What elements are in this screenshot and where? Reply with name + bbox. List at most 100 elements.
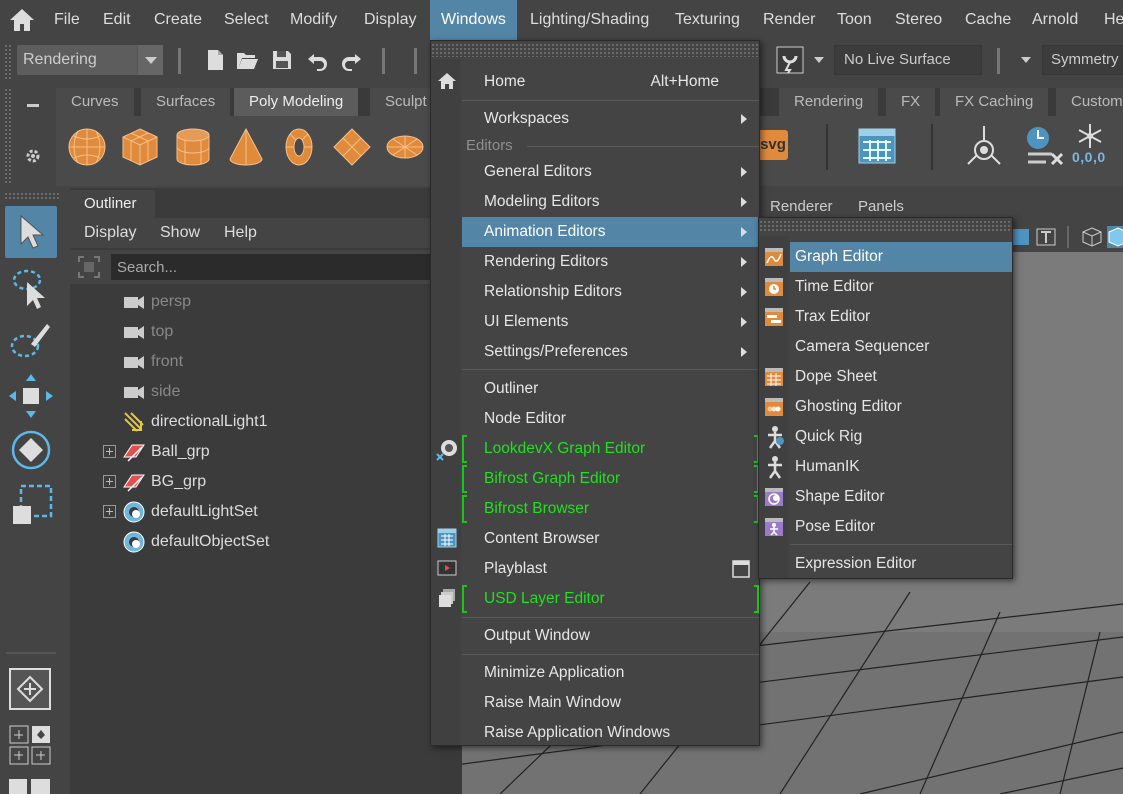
- menu-texturing[interactable]: Texturing: [675, 0, 740, 40]
- select-tool[interactable]: [5, 206, 57, 258]
- menu-item-minimize-application[interactable]: Minimize Application: [462, 658, 759, 688]
- outliner-row-bg-grp[interactable]: BG_grp: [70, 467, 440, 497]
- menu-item-workspaces[interactable]: Workspaces: [462, 104, 759, 134]
- menu-set-dropdown[interactable]: Rendering: [17, 45, 163, 75]
- gear-icon[interactable]: [25, 148, 41, 164]
- menu-item-rendering-editors[interactable]: Rendering Editors: [462, 247, 759, 277]
- minimize-icon[interactable]: [27, 104, 39, 107]
- menu-item-playblast[interactable]: Playblast: [462, 554, 759, 584]
- shelf-tab-poly-modeling[interactable]: Poly Modeling: [234, 88, 360, 116]
- outliner-search-input[interactable]: [111, 254, 440, 280]
- layout-single-icon[interactable]: [9, 668, 51, 710]
- menu-arnold[interactable]: Arnold: [1032, 0, 1078, 40]
- menu-item-ui-elements[interactable]: UI Elements: [462, 307, 759, 337]
- menu-item-outliner[interactable]: Outliner: [462, 374, 759, 404]
- shaded-cube-icon[interactable]: [1107, 226, 1123, 248]
- menu-item-output-window[interactable]: Output Window: [462, 621, 759, 651]
- snap-magnet-icon[interactable]: [776, 46, 804, 74]
- uv-icon[interactable]: [1012, 228, 1030, 246]
- outliner-row-front[interactable]: front: [70, 347, 440, 377]
- collapse-bar[interactable]: [414, 48, 417, 74]
- menu-help[interactable]: He: [1104, 0, 1123, 40]
- menu-item-settings-preferences[interactable]: Settings/Preferences: [462, 337, 759, 367]
- layout-grid-icon[interactable]: [9, 725, 51, 765]
- outliner-row-side[interactable]: side: [70, 377, 440, 407]
- menu-item-general-editors[interactable]: General Editors: [462, 157, 759, 187]
- menu-item-node-editor[interactable]: Node Editor: [462, 404, 759, 434]
- collapse-bar[interactable]: [178, 48, 181, 74]
- outliner-row-default-light-set[interactable]: defaultLightSet: [70, 497, 440, 527]
- poly-disc-icon[interactable]: [384, 126, 426, 168]
- home-icon[interactable]: [8, 7, 36, 33]
- collapse-bar[interactable]: [382, 48, 385, 74]
- menu-item-camera-sequencer[interactable]: Camera Sequencer: [790, 332, 1012, 362]
- new-scene-icon[interactable]: [203, 48, 227, 72]
- pivot-icon[interactable]: [964, 124, 1004, 168]
- live-surface-field[interactable]: No Live Surface: [834, 45, 982, 75]
- redo-icon[interactable]: [340, 48, 364, 72]
- shelf-grip[interactable]: [4, 88, 12, 184]
- shelf-tab-fx-caching[interactable]: FX Caching: [940, 88, 1050, 116]
- menu-item-bifrost-graph-editor[interactable]: Bifrost Graph Editor: [462, 464, 759, 494]
- menu-edit[interactable]: Edit: [103, 0, 131, 40]
- poly-plane-icon[interactable]: [331, 126, 373, 168]
- menu-lighting-shading[interactable]: Lighting/Shading: [530, 0, 649, 40]
- menu-file[interactable]: File: [54, 0, 80, 40]
- svg-shelf-button[interactable]: svg: [758, 130, 788, 160]
- collapse-bar[interactable]: [997, 48, 1000, 74]
- menu-toon[interactable]: Toon: [837, 0, 872, 40]
- menu-windows[interactable]: Windows: [430, 0, 517, 40]
- menu-item-pose-editor[interactable]: Pose Editor: [790, 512, 1012, 542]
- poly-cylinder-icon[interactable]: [172, 126, 214, 168]
- menu-display[interactable]: Display: [364, 0, 416, 40]
- lasso-tool-icon[interactable]: [5, 262, 57, 314]
- status-line-grip[interactable]: [4, 44, 12, 80]
- expand-icon[interactable]: [103, 445, 116, 458]
- menu-item-time-editor[interactable]: Time Editor: [790, 272, 1012, 302]
- menu-item-humanik[interactable]: HumanIK: [790, 452, 1012, 482]
- poly-sphere-icon[interactable]: [66, 126, 108, 168]
- text-icon[interactable]: [1036, 228, 1056, 246]
- outliner-row-persp[interactable]: persp: [70, 287, 440, 317]
- menu-item-home[interactable]: Home Alt+Home: [462, 67, 759, 97]
- toolbox-grip[interactable]: [4, 192, 60, 200]
- layout-two-pane-icon[interactable]: [31, 779, 50, 794]
- poly-cone-icon[interactable]: [225, 126, 267, 168]
- undo-icon[interactable]: [305, 48, 329, 72]
- paint-select-tool-icon[interactable]: [5, 316, 57, 368]
- rotate-tool-icon[interactable]: [5, 424, 57, 476]
- open-scene-icon[interactable]: [235, 48, 259, 72]
- poly-torus-icon[interactable]: [278, 126, 320, 168]
- menu-item-raise-application-windows[interactable]: Raise Application Windows: [462, 718, 759, 748]
- outliner-row-ball-grp[interactable]: Ball_grp: [70, 437, 440, 467]
- chevron-down-icon[interactable]: [814, 57, 824, 68]
- outliner-row-directional-light[interactable]: directionalLight1: [70, 407, 440, 437]
- shelf-tab-fx[interactable]: FX: [886, 88, 937, 116]
- save-scene-icon[interactable]: [270, 48, 294, 72]
- wireframe-cube-icon[interactable]: [1082, 227, 1102, 247]
- move-tool-icon[interactable]: [5, 370, 57, 422]
- menu-modify[interactable]: Modify: [290, 0, 337, 40]
- outliner-menu-display[interactable]: Display: [84, 218, 136, 248]
- chevron-down-icon[interactable]: [1021, 57, 1031, 68]
- filter-icon[interactable]: [78, 256, 100, 278]
- outliner-tab[interactable]: Outliner: [70, 190, 155, 218]
- shelf-tab-custom[interactable]: Custom: [1056, 88, 1123, 116]
- poly-cube-icon[interactable]: [119, 126, 161, 168]
- menu-item-expression-editor[interactable]: Expression Editor: [790, 549, 1012, 579]
- menu-create[interactable]: Create: [154, 0, 202, 40]
- shelf-tab-surfaces[interactable]: Surfaces: [141, 88, 232, 116]
- shelf-tab-curves[interactable]: Curves: [56, 88, 135, 116]
- menu-item-graph-editor[interactable]: Graph Editor: [790, 242, 1012, 272]
- expand-icon[interactable]: [103, 505, 116, 518]
- tear-off-grip[interactable]: [431, 43, 759, 57]
- shelf-tab-rendering[interactable]: Rendering: [779, 88, 880, 116]
- menu-item-bifrost-browser[interactable]: Bifrost Browser: [462, 494, 759, 524]
- symmetry-field[interactable]: Symmetry: [1042, 45, 1123, 75]
- menu-select[interactable]: Select: [224, 0, 268, 40]
- expand-icon[interactable]: [103, 475, 116, 488]
- menu-item-content-browser[interactable]: Content Browser: [462, 524, 759, 554]
- menu-item-ghosting-editor[interactable]: Ghosting Editor: [790, 392, 1012, 422]
- menu-item-quick-rig[interactable]: Quick Rig: [790, 422, 1012, 452]
- chevron-down-icon[interactable]: [137, 45, 163, 75]
